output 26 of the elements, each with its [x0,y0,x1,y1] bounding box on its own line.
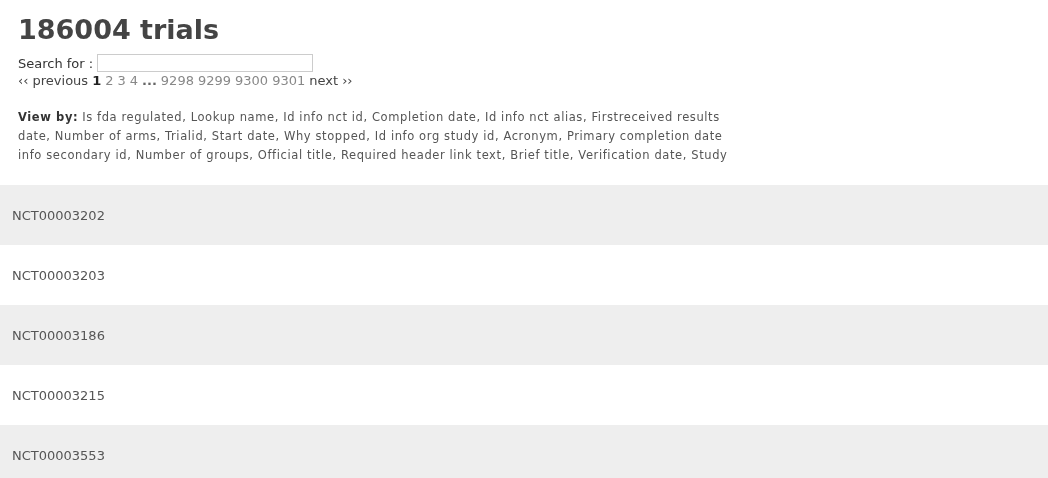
search-field[interactable] [97,54,314,72]
view-by-text: Is fda regulated, Lookup name, Id info nct id, Completion date, Id info nct alias, Firstreceived results [82,109,720,126]
trial-id: NCT00003215 [12,387,105,403]
trial-row[interactable]: NCT00003186 [0,305,1048,365]
pagination-ellipsis: ... [142,73,157,88]
view-by-text: date, Number of arms, Trialid, Start date, Why stopped, Id info org study id, Acronym, Primary completion date [18,128,724,145]
page-link[interactable]: 9299 [197,73,232,88]
trial-row[interactable]: NCT00003553 [0,425,1048,478]
trial-id: NCT00003202 [12,207,105,223]
trial-row[interactable]: NCT00003202 [0,185,1048,245]
search-label: Search for : [18,55,94,71]
page-link[interactable]: 1 [92,73,102,88]
view-by-text: info secondary id, Number of groups, Official title, Required header link text, Brief title, Verification date, Study [18,147,729,164]
page-link[interactable]: 9301 [272,73,306,88]
view-by-label: View by: [18,109,79,126]
page-link[interactable]: 3 [117,73,126,88]
next-link[interactable]: next ›› [309,73,353,88]
trial-id: NCT00003203 [12,267,105,283]
page-link[interactable]: 9298 [160,73,194,88]
trial-id: NCT00003186 [12,327,105,343]
previous-link[interactable]: ‹‹ previous [18,73,89,88]
trial-id: NCT00003553 [12,447,105,463]
page-link[interactable]: 4 [129,73,138,88]
page-title: 186004 trials [18,13,221,47]
page-link[interactable]: 2 [105,73,114,88]
page-link[interactable]: 9300 [235,73,269,88]
